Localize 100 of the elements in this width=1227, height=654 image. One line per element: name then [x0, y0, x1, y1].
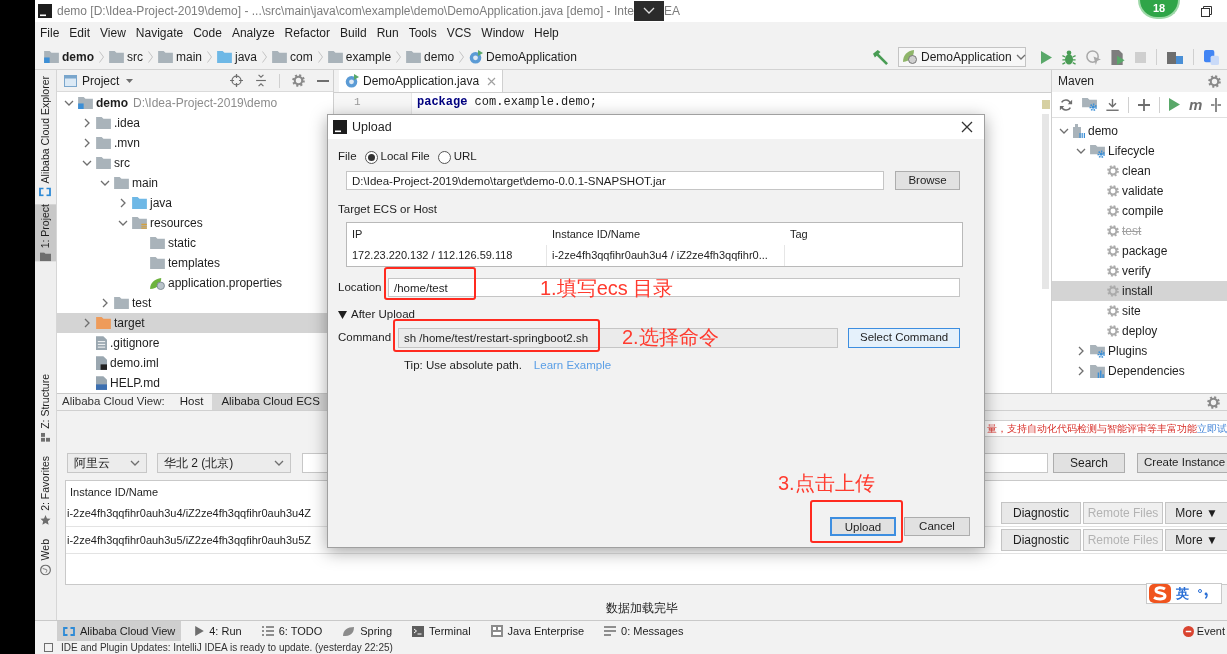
tree-item[interactable]: .mvn: [57, 133, 333, 153]
create-instance-button[interactable]: Create Instance: [1137, 453, 1227, 473]
tree-item[interactable]: deploy: [1052, 321, 1227, 341]
tool-window-button[interactable]: 0: Messages: [598, 621, 690, 641]
tree-item[interactable]: Lifecycle: [1052, 141, 1227, 161]
row-action-button[interactable]: More ▼: [1165, 529, 1227, 551]
menu-item[interactable]: View: [95, 22, 131, 45]
radio-label[interactable]: Local File: [380, 148, 430, 166]
panels-icon[interactable]: [1167, 50, 1183, 64]
dialog-button[interactable]: Upload: [830, 517, 896, 536]
folder-gear-icon[interactable]: [1082, 98, 1097, 111]
punctuation-icon[interactable]: [1197, 588, 1209, 599]
run-icon[interactable]: [1169, 98, 1180, 111]
breadcrumb[interactable]: demo: [406, 48, 455, 66]
breadcrumb[interactable]: demo: [44, 48, 94, 66]
menu-item[interactable]: Code: [188, 22, 227, 45]
run-icon[interactable]: [1041, 50, 1052, 64]
tool-window-tab[interactable]: 1: Project: [35, 204, 56, 262]
hammer-icon[interactable]: [873, 49, 888, 65]
dialog-button[interactable]: Cancel: [904, 517, 970, 536]
row-action-button[interactable]: More ▼: [1165, 502, 1227, 524]
tool-window-tab[interactable]: Z: Structure: [35, 373, 56, 442]
browse-button[interactable]: Browse: [895, 171, 960, 190]
chevron-right-icon[interactable]: [84, 318, 90, 328]
chevron-right-icon[interactable]: [102, 298, 108, 308]
radio-label[interactable]: URL: [453, 148, 477, 166]
tree-item[interactable]: Plugins: [1052, 341, 1227, 361]
file-path-field[interactable]: D:\Idea-Project-2019\demo\target\demo-0.0.1-SNAPSHOT.jar: [346, 171, 885, 190]
tree-item[interactable]: .gitignore: [57, 333, 333, 353]
tree-item[interactable]: src: [57, 153, 333, 173]
chevron-right-icon[interactable]: [84, 118, 90, 128]
panel-tab[interactable]: Host: [170, 394, 213, 410]
notice-link[interactable]: 立即试: [1197, 421, 1227, 436]
breadcrumb[interactable]: example: [327, 48, 392, 66]
tree-item[interactable]: HELP.md: [57, 373, 333, 393]
refresh-icon[interactable]: [1059, 97, 1073, 112]
chevron-down-icon[interactable]: [633, 1, 664, 21]
panel-tab[interactable]: Alibaba Cloud ECS: [212, 394, 329, 410]
tool-window-button[interactable]: Spring: [336, 621, 399, 641]
tree-item[interactable]: install: [1052, 281, 1227, 301]
chevron-right-icon[interactable]: [1078, 346, 1084, 356]
tool-window-tab[interactable]: Alibaba Cloud Explorer: [35, 76, 56, 197]
radio-button[interactable]: [437, 150, 451, 164]
tree-item[interactable]: main: [57, 173, 333, 193]
translate-icon[interactable]: [1204, 49, 1219, 65]
chevron-right-icon[interactable]: [84, 138, 90, 148]
tree-item[interactable]: package: [1052, 241, 1227, 261]
tool-window-button[interactable]: 6: TODO: [255, 621, 329, 641]
tree-item[interactable]: validate: [1052, 181, 1227, 201]
settings-icon[interactable]: [292, 74, 305, 87]
breadcrumb[interactable]: src: [109, 48, 143, 66]
breadcrumb[interactable]: DemoApplication: [469, 48, 577, 66]
menu-item[interactable]: Analyze: [226, 22, 280, 45]
provider-select[interactable]: 阿里云: [67, 453, 147, 473]
tree-item[interactable]: clean: [1052, 161, 1227, 181]
tree-item[interactable]: compile: [1052, 201, 1227, 221]
tree-item[interactable]: templates: [57, 253, 333, 273]
menu-item[interactable]: Help: [529, 22, 564, 45]
menu-item[interactable]: VCS: [441, 22, 477, 45]
tree-item[interactable]: demo: [1052, 121, 1227, 141]
tree-item[interactable]: Dependencies: [1052, 361, 1227, 381]
settings-icon[interactable]: [1208, 74, 1221, 88]
select-command-button[interactable]: Select Command: [848, 328, 960, 348]
bug-icon[interactable]: [1062, 49, 1076, 65]
menu-item[interactable]: File: [35, 22, 65, 45]
section-toggle-label[interactable]: After Upload: [351, 305, 415, 324]
menu-item[interactable]: Edit: [64, 22, 96, 45]
tree-item[interactable]: demo D:\Idea-Project-2019\demo: [57, 93, 333, 113]
tree-item[interactable]: static: [57, 233, 333, 253]
crosshair-icon[interactable]: [230, 74, 243, 87]
execute-goal-button[interactable]: m: [1189, 97, 1203, 112]
triangle-down-icon[interactable]: [338, 310, 347, 319]
tool-window-button[interactable]: Alibaba Cloud View: [57, 621, 182, 641]
region-select[interactable]: 华北 2 (北京): [157, 453, 291, 473]
breadcrumb[interactable]: main: [158, 48, 203, 66]
breadcrumb[interactable]: java: [217, 48, 258, 66]
scrollbar[interactable]: [1042, 114, 1049, 289]
run-configuration-select[interactable]: DemoApplication: [898, 47, 1026, 67]
settings-icon[interactable]: [1207, 395, 1220, 409]
restore-window-icon[interactable]: [1201, 5, 1212, 17]
tree-item[interactable]: test: [57, 293, 333, 313]
close-icon[interactable]: [487, 76, 497, 86]
download-icon[interactable]: [1106, 97, 1119, 112]
menu-item[interactable]: Window: [476, 22, 530, 45]
tree-item[interactable]: demo.iml: [57, 353, 333, 373]
chevron-right-icon[interactable]: [120, 198, 126, 208]
editor-tab[interactable]: DemoApplication.java: [339, 70, 504, 92]
tree-item[interactable]: java: [57, 193, 333, 213]
row-action-button[interactable]: Diagnostic: [1001, 502, 1081, 524]
minus-icon[interactable]: [317, 79, 329, 82]
menu-item[interactable]: Tools: [403, 22, 442, 45]
tree-item[interactable]: .idea: [57, 113, 333, 133]
tree-item[interactable]: resources: [57, 213, 333, 233]
split-line-icon[interactable]: [1211, 97, 1222, 112]
plus-icon[interactable]: [1138, 98, 1150, 111]
ime-mode[interactable]: 英: [1176, 587, 1189, 600]
menu-item[interactable]: Build: [334, 22, 372, 45]
search-button[interactable]: Search: [1053, 453, 1125, 473]
collapse-all-icon[interactable]: [255, 74, 267, 87]
tree-item[interactable]: application.properties: [57, 273, 333, 293]
